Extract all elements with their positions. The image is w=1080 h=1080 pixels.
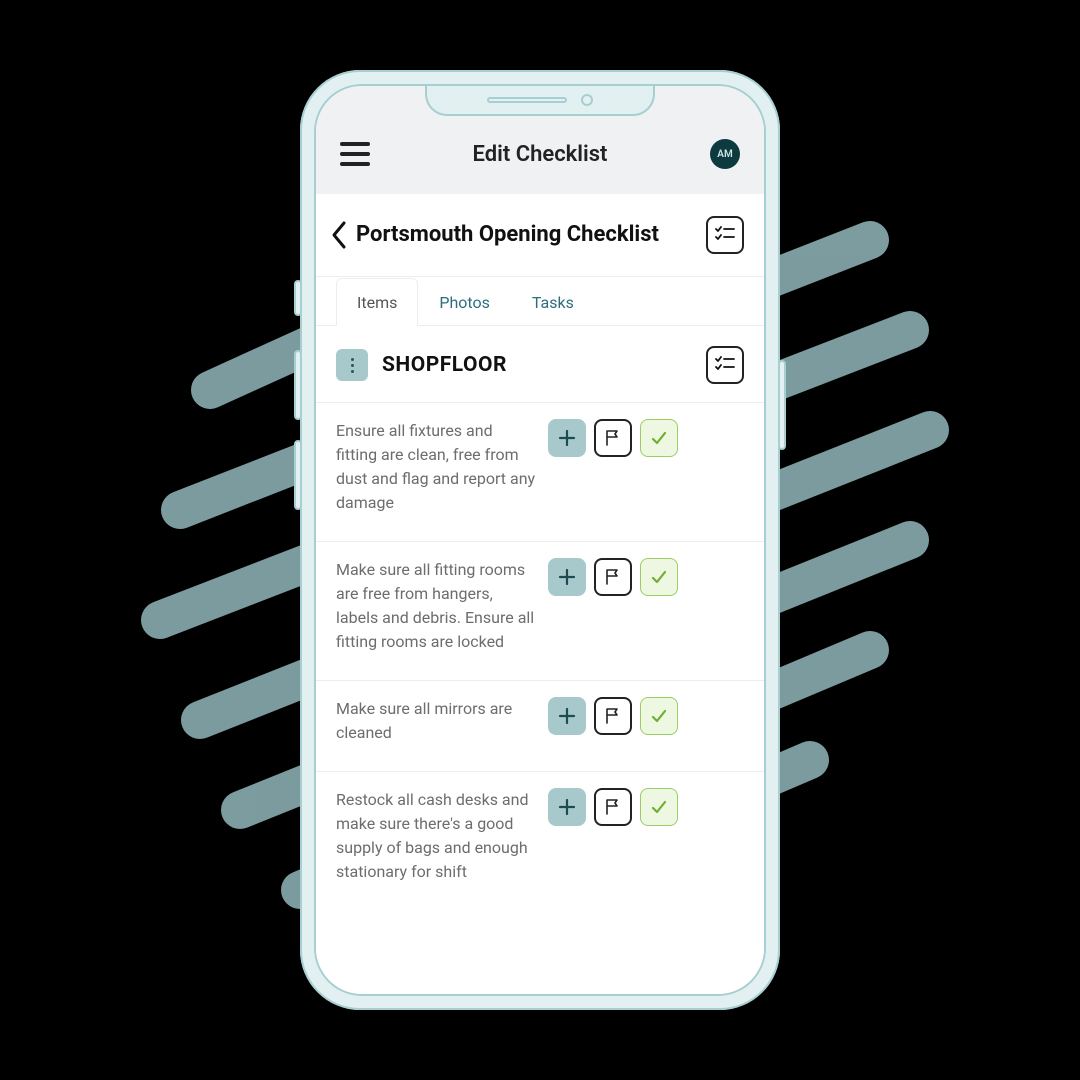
item-text: Restock all cash desks and make sure the… xyxy=(336,788,536,884)
item-text: Make sure all mirrors are cleaned xyxy=(336,697,536,745)
flag-icon xyxy=(604,707,622,725)
back-chevron-icon[interactable] xyxy=(330,220,348,250)
phone-speaker xyxy=(487,97,567,103)
tabs: Items Photos Tasks xyxy=(316,277,764,326)
tab-tasks[interactable]: Tasks xyxy=(511,278,595,326)
list-item: Make sure all mirrors are cleaned xyxy=(316,681,764,772)
item-text: Make sure all fitting rooms are free fro… xyxy=(336,558,536,654)
avatar[interactable]: AM xyxy=(710,139,740,169)
flag-button[interactable] xyxy=(594,697,632,735)
check-button[interactable] xyxy=(640,788,678,826)
phone-screen-bezel: Edit Checklist AM Portsmouth Opening Che… xyxy=(314,84,766,996)
item-actions xyxy=(548,558,678,654)
section-header: SHOPFLOOR xyxy=(316,326,764,400)
plus-icon xyxy=(558,429,576,447)
check-icon xyxy=(649,797,669,817)
phone-notch xyxy=(425,86,655,116)
phone-side-button xyxy=(778,360,786,450)
section-title: SHOPFLOOR xyxy=(382,353,692,377)
content-card: Portsmouth Opening Checklist Items Photo… xyxy=(316,194,764,994)
phone-side-button xyxy=(294,350,302,420)
tab-photos[interactable]: Photos xyxy=(418,278,511,326)
phone-side-button xyxy=(294,280,302,316)
item-actions xyxy=(548,419,678,515)
item-actions xyxy=(548,788,678,884)
drag-handle-icon[interactable] xyxy=(336,349,368,381)
checklist-title-row: Portsmouth Opening Checklist xyxy=(316,194,764,277)
tab-items[interactable]: Items xyxy=(336,278,418,326)
checklist-options-button[interactable] xyxy=(706,216,744,254)
check-button[interactable] xyxy=(640,697,678,735)
item-text: Ensure all fixtures and fitting are clea… xyxy=(336,419,536,515)
flag-icon xyxy=(604,568,622,586)
check-icon xyxy=(649,567,669,587)
check-button[interactable] xyxy=(640,558,678,596)
plus-icon xyxy=(558,568,576,586)
flag-icon xyxy=(604,798,622,816)
checklist-items: Ensure all fixtures and fitting are clea… xyxy=(316,400,764,994)
app-screen: Edit Checklist AM Portsmouth Opening Che… xyxy=(316,86,764,994)
page-title: Edit Checklist xyxy=(473,142,608,167)
add-button[interactable] xyxy=(548,697,586,735)
list-item: Ensure all fixtures and fitting are clea… xyxy=(316,402,764,542)
flag-button[interactable] xyxy=(594,558,632,596)
item-actions xyxy=(548,697,678,745)
list-item: Make sure all fitting rooms are free fro… xyxy=(316,542,764,681)
phone-side-button xyxy=(294,440,302,510)
checklist-icon xyxy=(715,226,735,244)
checklist-icon xyxy=(715,356,735,374)
plus-icon xyxy=(558,707,576,725)
phone-camera xyxy=(581,94,593,106)
plus-icon xyxy=(558,798,576,816)
flag-button[interactable] xyxy=(594,419,632,457)
hamburger-menu-icon[interactable] xyxy=(340,142,370,166)
list-item: Restock all cash desks and make sure the… xyxy=(316,772,764,910)
check-icon xyxy=(649,706,669,726)
phone-frame: Edit Checklist AM Portsmouth Opening Che… xyxy=(300,70,780,1010)
checklist-title: Portsmouth Opening Checklist xyxy=(356,221,698,249)
flag-button[interactable] xyxy=(594,788,632,826)
add-button[interactable] xyxy=(548,558,586,596)
check-icon xyxy=(649,428,669,448)
add-button[interactable] xyxy=(548,419,586,457)
add-button[interactable] xyxy=(548,788,586,826)
section-options-button[interactable] xyxy=(706,346,744,384)
check-button[interactable] xyxy=(640,419,678,457)
flag-icon xyxy=(604,429,622,447)
